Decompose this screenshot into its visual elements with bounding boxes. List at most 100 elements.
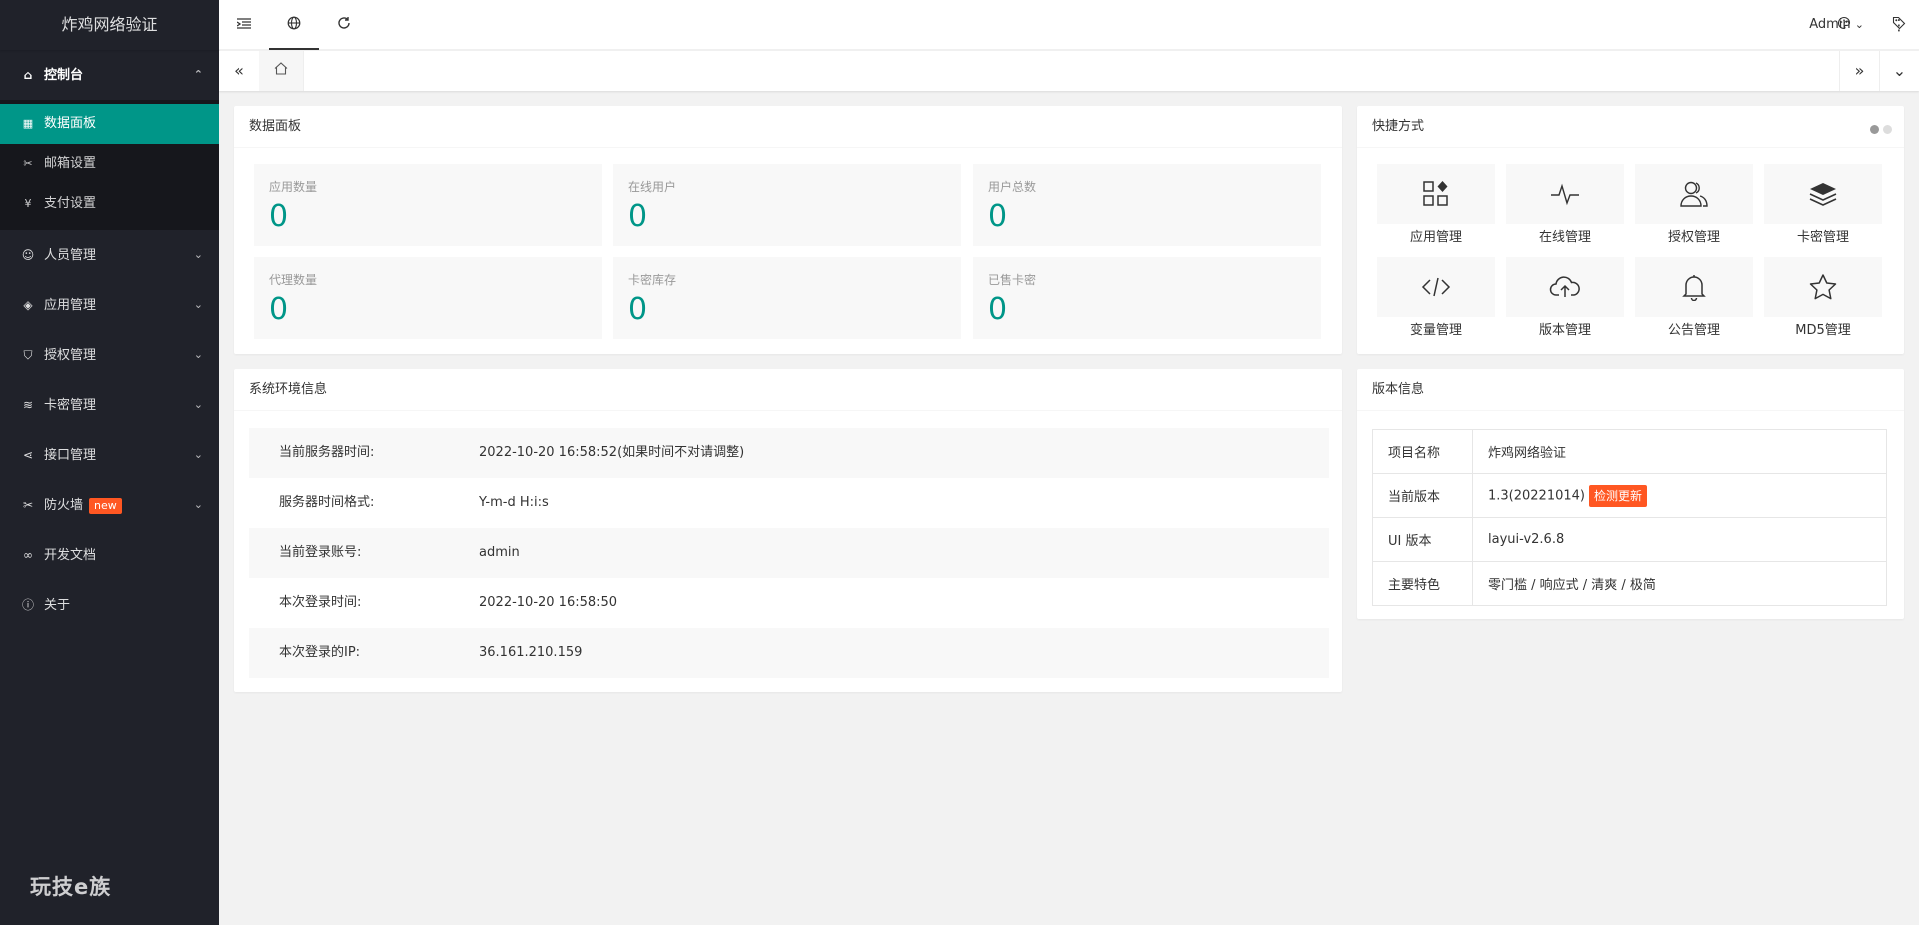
menu-toggle-button[interactable] (219, 0, 269, 50)
version-value: 零门槛 / 响应式 / 清爽 / 极简 (1472, 561, 1887, 606)
card-title: 快捷方式 (1357, 106, 1904, 148)
shortcut-icon-box (1635, 164, 1753, 224)
website-button[interactable] (269, 0, 319, 50)
sidebar-item-apps[interactable]: ◈ 应用管理 ⌄ (0, 280, 219, 330)
stat-online-users: 在线用户 0 (613, 164, 961, 246)
tabs-scroll-left-button[interactable]: « (219, 51, 259, 91)
stat-value: 0 (269, 292, 289, 327)
sidebar-item-label: 开发文档 (44, 548, 97, 563)
shortcut-online-management[interactable]: 在线管理 (1506, 164, 1624, 249)
stat-label: 用户总数 (988, 180, 1037, 194)
yen-icon: ¥ (24, 197, 32, 210)
card-title: 版本信息 (1357, 369, 1904, 411)
shortcut-icon-box (1377, 257, 1495, 317)
apps-icon (1423, 181, 1448, 206)
sidebar-item-label: 防火墙 (44, 498, 84, 513)
shortcut-app-management[interactable]: 应用管理 (1377, 164, 1495, 249)
shortcut-label: 版本管理 (1538, 323, 1591, 338)
card-title: 数据面板 (234, 106, 1342, 148)
sidebar-item-users[interactable]: ☺ 人员管理 ⌄ (0, 230, 219, 280)
globe-icon (287, 16, 301, 30)
new-badge: new (89, 497, 122, 514)
more-button[interactable]: ⋮ (1879, 0, 1919, 50)
sidebar-item-label: 接口管理 (44, 448, 97, 463)
sidebar-nav: ⌂ 控制台 ⌃ ▦ 数据面板 ✂ 邮箱设置 ¥ 支付设置 ☺ 人员管理 ⌄ ◈ 应用管理 ⌄… (0, 50, 219, 630)
sidebar-item-label: 控制台 (44, 68, 84, 83)
card-title: 系统环境信息 (234, 369, 1342, 411)
users-icon (1680, 181, 1708, 207)
sidebar-item-auth[interactable]: ⛉ 授权管理 ⌄ (0, 330, 219, 380)
version-value-cell: 1.3(20221014) 检测更新 (1472, 473, 1887, 518)
table-row: 当前版本 1.3(20221014) 检测更新 (1372, 473, 1887, 518)
sidebar-item-label: 数据面板 (44, 116, 97, 131)
sidebar-subitem-mail-settings[interactable]: ✂ 邮箱设置 (0, 144, 219, 184)
sidebar-item-cards[interactable]: ≋ 卡密管理 ⌄ (0, 380, 219, 430)
app-logo-title[interactable]: 炸鸡网络验证 (0, 0, 219, 50)
shortcut-label: 卡密管理 (1796, 230, 1849, 245)
user-menu[interactable]: Admin ⌄ (1809, 0, 1864, 50)
shortcut-card-management[interactable]: 卡密管理 (1764, 164, 1882, 249)
version-key: 主要特色 (1372, 561, 1473, 606)
version-value: 炸鸡网络验证 (1472, 429, 1887, 474)
sidebar-item-firewall[interactable]: ✂ 防火墙 new ⌄ (0, 480, 219, 530)
env-row-server-time: 当前服务器时间: 2022-10-20 16:58:52(如果时间不对请调整) (249, 428, 1329, 478)
carousel-dot-2[interactable] (1883, 125, 1892, 134)
shortcut-icon-box (1506, 164, 1624, 224)
chevron-down-icon: ⌄ (1854, 18, 1864, 31)
more-vertical-icon: ⋮ (1891, 16, 1907, 34)
top-header: Admin ⌄ ⋮ (219, 0, 1919, 50)
sidebar-item-docs[interactable]: ∞ 开发文档 (0, 530, 219, 580)
sidebar-item-label: 卡密管理 (44, 398, 97, 413)
sidebar-subitem-dashboard[interactable]: ▦ 数据面板 (0, 104, 219, 144)
dashboard-card: 数据面板 应用数量 0 在线用户 0 用户总数 0 代理数量 0 卡密库存 0 … (234, 106, 1342, 354)
version-table: 项目名称 炸鸡网络验证 当前版本 1.3(20221014) 检测更新 UI 版本… (1372, 429, 1887, 606)
shortcut-icon-box (1764, 164, 1882, 224)
shortcut-variable-management[interactable]: 变量管理 (1377, 257, 1495, 342)
double-chevron-right-icon: » (1854, 61, 1865, 80)
info-icon: ⓘ (21, 598, 34, 612)
stat-value: 0 (628, 199, 648, 234)
stat-label: 卡密库存 (628, 273, 677, 287)
shortcut-auth-management[interactable]: 授权管理 (1635, 164, 1753, 249)
sidebar-item-about[interactable]: ⓘ 关于 (0, 580, 219, 630)
home-icon (274, 62, 288, 75)
sidebar-item-api[interactable]: ⋖ 接口管理 ⌄ (0, 430, 219, 480)
sidebar-item-label: 应用管理 (44, 298, 97, 313)
pulse-icon (1551, 183, 1579, 206)
tabs-menu-button[interactable]: ⌄ (1879, 51, 1919, 91)
carousel-dot-1[interactable] (1870, 125, 1879, 134)
stat-label: 已售卡密 (988, 273, 1037, 287)
sidebar-item-label: 关于 (44, 598, 71, 613)
env-key: 本次登录时间: (279, 595, 362, 610)
indent-icon (236, 18, 251, 29)
tab-home[interactable] (259, 51, 304, 91)
check-update-button[interactable]: 检测更新 (1589, 484, 1648, 507)
tabs-scroll-right-button[interactable]: » (1839, 51, 1879, 91)
env-row-login-time: 本次登录时间: 2022-10-20 16:58:50 (249, 578, 1329, 628)
sidebar-item-console[interactable]: ⌂ 控制台 ⌃ (0, 50, 219, 100)
shortcut-label: 应用管理 (1409, 230, 1462, 245)
env-value: admin (479, 545, 520, 560)
shortcuts-card: 快捷方式 应用管理 在线管理 授权管理 卡密管理 变量管理 版本管理 公告管理 … (1357, 106, 1904, 354)
chevron-up-icon: ⌃ (193, 68, 203, 81)
env-value: 2022-10-20 16:58:52(如果时间不对请调整) (479, 445, 745, 460)
share-icon: ⋖ (22, 448, 34, 462)
shortcut-icon-box (1764, 257, 1882, 317)
env-row-time-format: 服务器时间格式: Y-m-d H:i:s (249, 478, 1329, 528)
sidebar-subitem-payment-settings[interactable]: ¥ 支付设置 (0, 184, 219, 224)
shortcut-label: 授权管理 (1667, 230, 1720, 245)
shortcut-notice-management[interactable]: 公告管理 (1635, 257, 1753, 342)
shortcut-version-management[interactable]: 版本管理 (1506, 257, 1624, 342)
sidebar: 炸鸡网络验证 ⌂ 控制台 ⌃ ▦ 数据面板 ✂ 邮箱设置 ¥ 支付设置 ☺ 人员管理 ⌄ … (0, 0, 219, 925)
shortcut-icon-box (1377, 164, 1495, 224)
chevron-down-icon: ⌄ (193, 248, 203, 261)
shortcut-md5-management[interactable]: MD5管理 (1764, 257, 1882, 342)
refresh-button[interactable] (319, 0, 369, 50)
version-info-card: 版本信息 项目名称 炸鸡网络验证 当前版本 1.3(20221014) 检测更新 … (1357, 369, 1904, 619)
chevron-down-icon: ⌄ (1892, 61, 1907, 80)
system-env-card: 系统环境信息 当前服务器时间: 2022-10-20 16:58:52(如果时间… (234, 369, 1342, 692)
env-value: 2022-10-20 16:58:50 (479, 595, 618, 610)
sidebar-item-label: 人员管理 (44, 248, 97, 263)
stat-app-count: 应用数量 0 (254, 164, 602, 246)
env-row-login-ip: 本次登录的IP: 36.161.210.159 (249, 628, 1329, 678)
